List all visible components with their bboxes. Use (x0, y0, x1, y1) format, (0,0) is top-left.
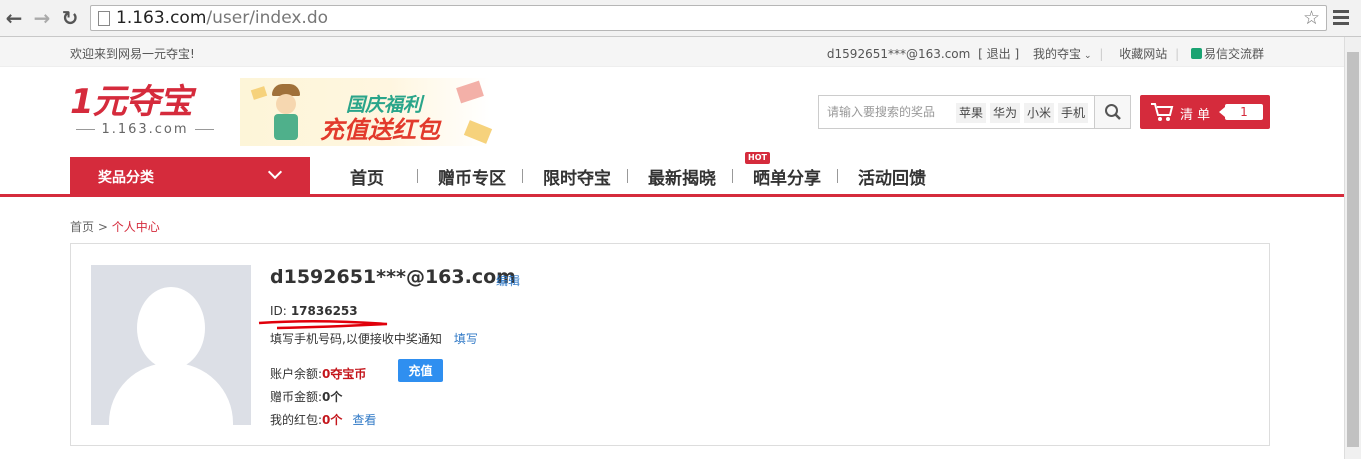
back-icon[interactable]: ← (2, 6, 26, 30)
edit-link[interactable]: 编辑 (496, 272, 520, 289)
bookmark-star-icon[interactable]: ☆ (1303, 7, 1320, 29)
topbar-links: d1592651***@163.com [ 退出 ] 我的夺宝 ⌄ | 收藏网站 … (823, 45, 1264, 62)
site-topbar: 欢迎来到网易一元夺宝! d1592651***@163.com [ 退出 ] 我… (0, 37, 1344, 67)
search-input[interactable] (819, 96, 949, 128)
page-icon (98, 11, 110, 26)
hot-keyword[interactable]: 小米 (1024, 103, 1055, 123)
recharge-button[interactable]: 充值 (398, 359, 443, 382)
red-envelope-icon (456, 80, 484, 104)
redpack-label: 我的红包: (270, 413, 323, 427)
cart-count-badge: 1 (1219, 104, 1263, 120)
profile-email: d1592651***@163.com (270, 266, 516, 288)
nav-divider (837, 169, 838, 183)
yixin-link[interactable]: 易信交流群 (1204, 47, 1264, 61)
browser-menu-icon[interactable] (1333, 10, 1349, 26)
nav-item-activity[interactable]: 活动回馈 (858, 164, 926, 189)
coins-value: 0个 (322, 390, 343, 404)
banner-slogan: 充值送红包 (320, 116, 440, 144)
scrollbar-thumb[interactable] (1347, 52, 1359, 447)
search-box: 苹果 华为 小米 手机 (818, 95, 1131, 129)
profile-card: d1592651***@163.com 编辑 ID: 17836253 填写手机号… (70, 243, 1270, 446)
nav-item-share[interactable]: 晒单分享 (753, 164, 821, 189)
promo-banner[interactable]: 国庆福利 充值送红包 (240, 78, 493, 146)
url-text: 1.163.com/user/index.do (116, 8, 328, 28)
nav-item-coins[interactable]: 赠币专区 (438, 164, 506, 189)
coins-row: 赠币金额:0个 (270, 388, 342, 405)
hot-badge: HOT (745, 152, 770, 164)
nav-divider (522, 169, 523, 183)
coin-icon (463, 120, 493, 144)
breadcrumb-current: 个人中心 (111, 220, 160, 234)
cart-button[interactable]: 清 单 1 (1140, 95, 1270, 129)
address-bar[interactable]: 1.163.com/user/index.do ☆ (90, 5, 1327, 31)
user-email-link[interactable]: d1592651***@163.com (827, 47, 970, 61)
cart-label: 清 单 (1180, 108, 1211, 123)
divider: | (1175, 47, 1180, 61)
id-label: ID: (270, 304, 287, 318)
balance-row: 账户余额:0夺宝币 (270, 365, 366, 382)
yixin-icon (1190, 48, 1202, 59)
coins-label: 赠币金额: (270, 390, 323, 404)
logo-domain: 1.163.com (101, 122, 189, 137)
red-underline-annotation (258, 319, 388, 330)
logout-link[interactable]: [ 退出 ] (978, 47, 1019, 61)
nav-divider (732, 169, 733, 183)
scrollbar[interactable] (1344, 37, 1361, 459)
breadcrumb-separator: > (94, 220, 112, 234)
mascot-image (264, 84, 308, 140)
logo-subtext: 1.163.com (70, 122, 220, 137)
breadcrumb: 首页 > 个人中心 (70, 218, 160, 235)
nav-item-home[interactable]: 首页 (350, 164, 384, 189)
nav-divider (627, 169, 628, 183)
forward-icon[interactable]: → (30, 6, 54, 30)
my-treasure-link[interactable]: 我的夺宝 (1033, 47, 1081, 61)
balance-label: 账户余额: (270, 367, 323, 381)
balance-value: 0夺宝币 (322, 367, 367, 381)
url-path: /user/index.do (206, 8, 329, 28)
search-button[interactable] (1094, 96, 1130, 128)
reload-icon[interactable]: ↻ (58, 6, 82, 30)
view-redpack-link[interactable]: 查看 (352, 413, 376, 427)
chevron-down-icon: ⌄ (1084, 51, 1092, 61)
nav-item-latest[interactable]: 最新揭晓 (648, 164, 716, 189)
avatar[interactable] (91, 265, 251, 425)
url-host: 1.163.com (116, 8, 207, 28)
nav-underline (0, 194, 1344, 197)
hot-keyword[interactable]: 手机 (1058, 103, 1089, 123)
nav-item-limited[interactable]: 限时夺宝 (543, 164, 611, 189)
category-label: 奖品分类 (98, 170, 154, 186)
phone-notice: 填写手机号码,以便接收中奖通知 填写 (270, 330, 478, 347)
phone-note: 填写手机号码,以便接收中奖通知 (270, 332, 442, 346)
logo-text: 1元夺宝 (70, 82, 193, 122)
search-icon (1104, 104, 1121, 120)
breadcrumb-home[interactable]: 首页 (70, 220, 94, 234)
redpack-value: 0个 (322, 413, 343, 427)
favorite-link[interactable]: 收藏网站 (1119, 47, 1167, 61)
chevron-down-icon (267, 164, 283, 180)
nav-divider (417, 169, 418, 183)
cart-icon (1151, 103, 1174, 121)
fill-phone-link[interactable]: 填写 (454, 332, 478, 346)
site-logo[interactable]: 1元夺宝 1.163.com (70, 84, 220, 140)
browser-toolbar: ← → ↻ 1.163.com/user/index.do ☆ (0, 0, 1361, 37)
redpack-row: 我的红包:0个 查看 (270, 411, 376, 428)
main-nav: 奖品分类 首页 赠币专区 限时夺宝 最新揭晓 HOT 晒单分享 活动回馈 (0, 152, 1344, 198)
hot-keyword[interactable]: 苹果 (956, 103, 987, 123)
welcome-text: 欢迎来到网易一元夺宝! (70, 47, 195, 61)
user-id: ID: 17836253 (270, 304, 358, 318)
hot-keyword[interactable]: 华为 (990, 103, 1021, 123)
id-value: 17836253 (290, 304, 358, 318)
divider: | (1099, 47, 1104, 61)
category-dropdown[interactable]: 奖品分类 (70, 157, 310, 194)
